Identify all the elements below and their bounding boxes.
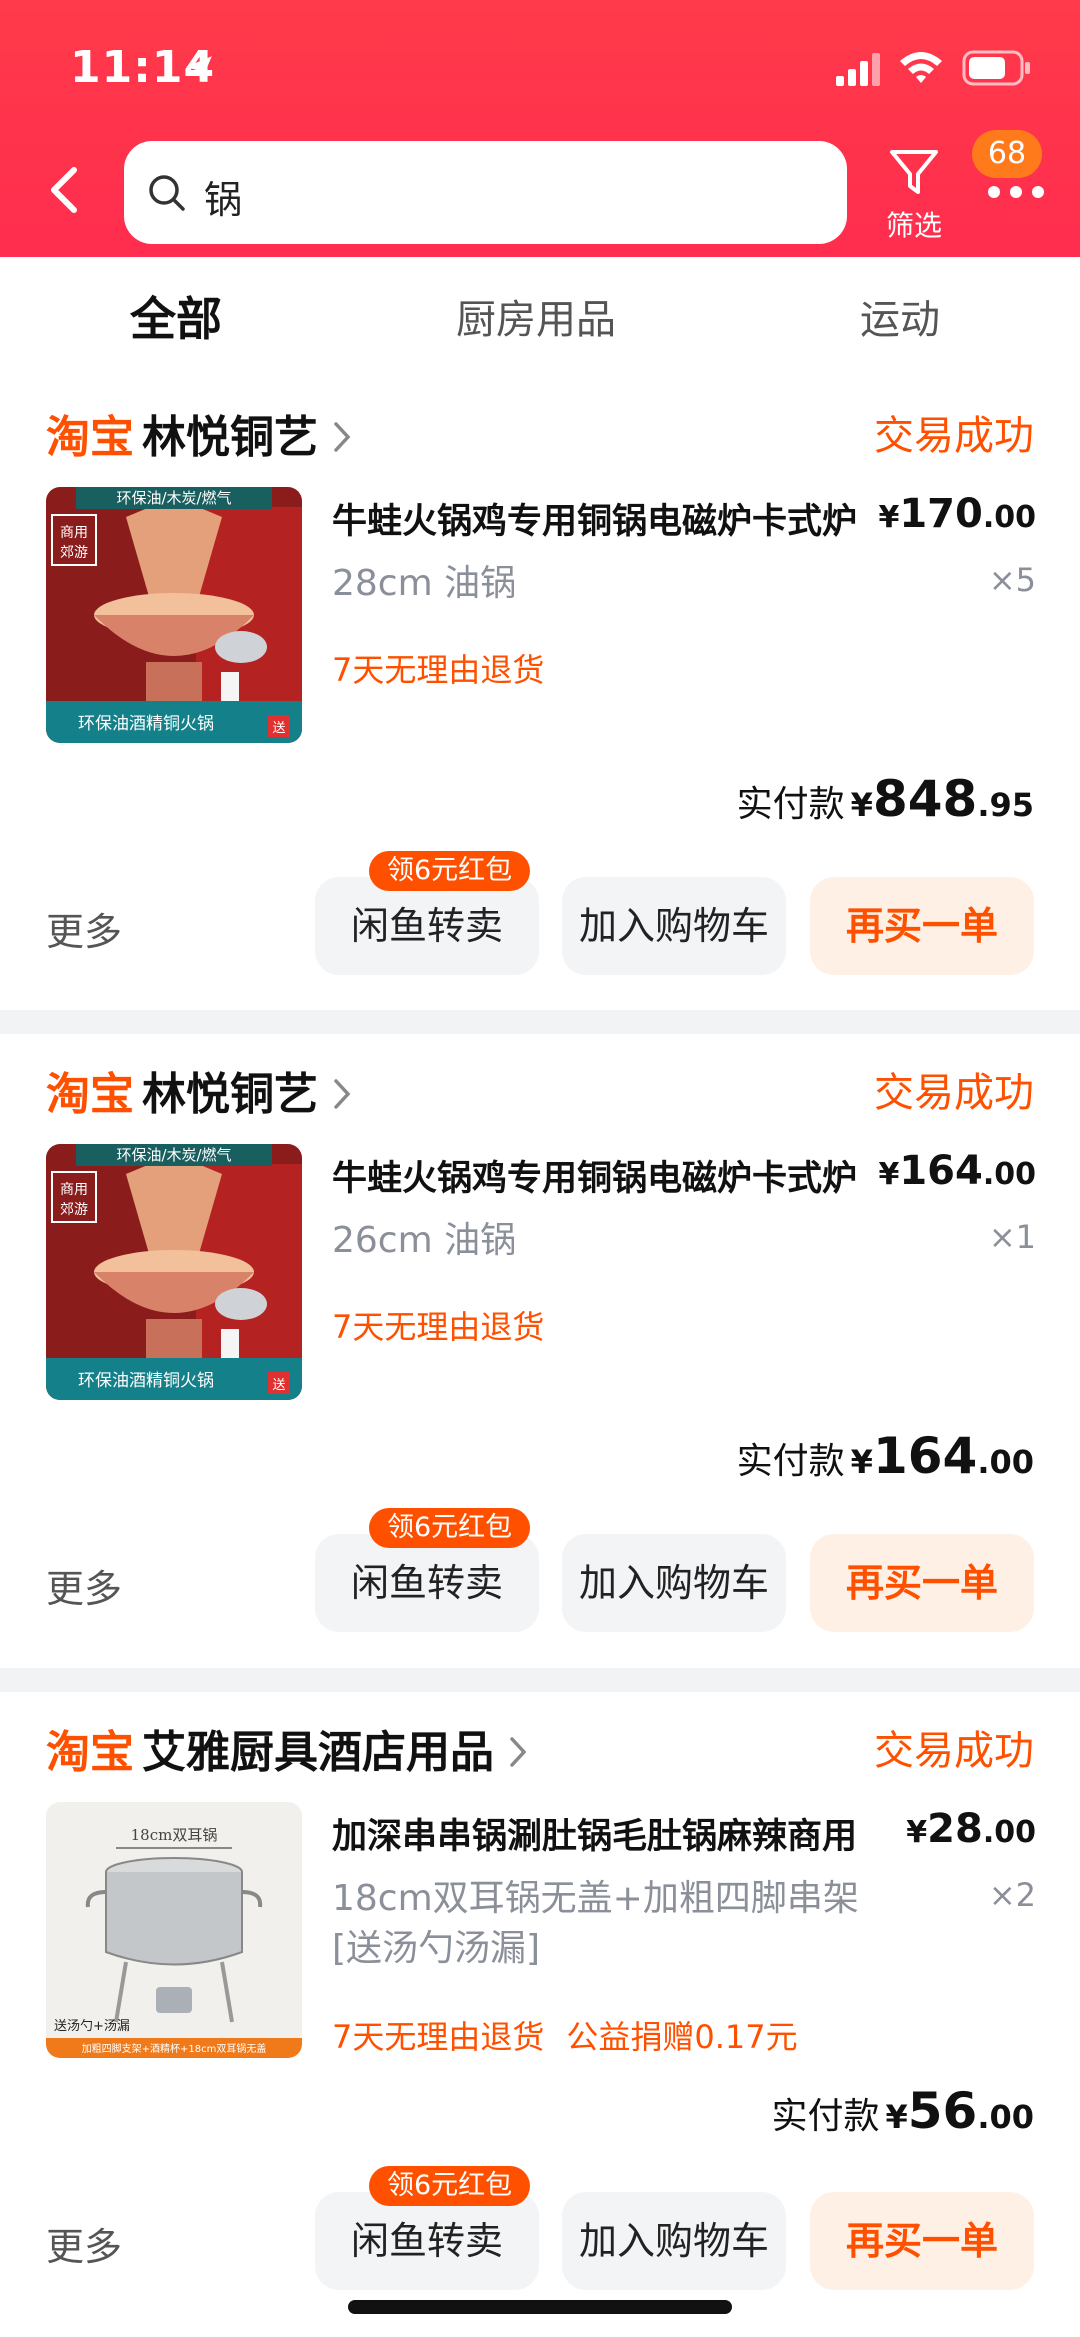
app-header: 11:14 锅 筛选 68 [0,0,1080,257]
svg-text:郊游: 郊游 [60,544,88,561]
shop-row[interactable]: 淘宝 林悦铜艺 [46,1058,352,1120]
product-sku-line1: 18cm双耳锅无盖+加粗四脚串架 [332,1878,859,1919]
svg-text:郊游: 郊游 [60,1201,88,1218]
shop-name: 林悦铜艺 [142,412,318,463]
order-status: 交易成功 [874,1728,1034,1774]
coupon-badge[interactable]: 领6元红包 [369,1508,531,1548]
svg-text:送: 送 [272,1378,285,1393]
more-dots-icon [988,186,1044,198]
taobao-logo: 淘宝 [46,412,134,463]
xianyu-resell-button[interactable]: 闲鱼转卖 [315,2192,539,2290]
thumb-bottom-banner: 加粗四脚支架+酒精杯+18cm双耳锅无盖 [82,2042,267,2055]
unit-price: ¥170.00 [878,491,1036,537]
more-menu-button[interactable]: 68 [972,130,1048,240]
thumb-top-banner: 环保油/木炭/燃气 [116,1146,231,1164]
funnel-icon [890,150,938,194]
add-to-cart-button[interactable]: 加入购物车 [562,877,786,975]
product-title[interactable]: 牛蛙火锅鸡专用铜锅电磁炉卡式炉 [332,493,862,544]
product-thumbnail[interactable]: 环保油/木炭/燃气 商用 郊游 环保油酒精铜火锅 送 [46,487,302,743]
return-policy-tag: 7天无理由退货 [332,2018,545,2056]
buy-again-button[interactable]: 再买一单 [810,1534,1034,1632]
filter-button[interactable]: 筛选 [874,146,954,246]
more-actions-link[interactable]: 更多 [46,1558,122,1613]
product-sku-line2: [送汤勺汤漏] [332,1928,541,1969]
more-actions-link[interactable]: 更多 [46,2216,122,2271]
coupon-badge[interactable]: 领6元红包 [369,851,531,891]
svg-text:送: 送 [272,721,285,736]
search-icon [149,175,185,211]
return-policy-tag: 7天无理由退货 [332,651,545,689]
quantity: ×5 [988,561,1036,599]
order-card: 淘宝 艾雅厨具酒店用品 交易成功 18cm双耳锅 送汤勺+汤漏 加粗四脚支架+酒精… [0,1692,1080,2337]
taobao-logo: 淘宝 [46,1069,134,1120]
xianyu-resell-button[interactable]: 闲鱼转卖 [315,877,539,975]
order-status: 交易成功 [874,413,1034,459]
unit-price: ¥28.00 [906,1806,1036,1852]
thumb-bottom-banner: 环保油酒精铜火锅 [78,714,214,734]
thumb-top-label: 18cm双耳锅 [131,1826,218,1844]
paid-amount: 实付款 ¥56.00 [771,2082,1034,2140]
chevron-right-icon [334,422,351,452]
shop-name: 林悦铜艺 [142,1069,318,1120]
svg-text:商用: 商用 [60,525,88,541]
category-tabs: 全部 厨房用品 运动 [0,257,1080,377]
taobao-logo: 淘宝 [46,1727,134,1778]
shop-row[interactable]: 淘宝 艾雅厨具酒店用品 [46,1716,528,1778]
notification-badge: 68 [972,130,1042,178]
quantity: ×2 [988,1876,1036,1914]
shop-row[interactable]: 淘宝 林悦铜艺 [46,401,352,463]
more-actions-link[interactable]: 更多 [46,901,122,956]
service-tags: 7天无理由退货 [332,645,544,691]
order-status: 交易成功 [874,1070,1034,1116]
wifi-icon [900,52,942,83]
buy-again-button[interactable]: 再买一单 [810,2192,1034,2290]
status-bar: 11:14 [0,0,1080,130]
order-card: 淘宝 林悦铜艺 交易成功 环保油/木炭/燃气 商用 郊游 环保油酒精铜火锅 送 牛… [0,1034,1080,1668]
home-indicator[interactable] [348,2300,732,2314]
tab-sports[interactable]: 运动 [860,287,940,345]
service-tags: 7天无理由退货 [332,1302,544,1348]
charity-tag: 公益捐赠0.17元 [566,2018,798,2056]
svg-text:商用: 商用 [60,1182,88,1198]
product-sku: 18cm双耳锅无盖+加粗四脚串架 [送汤勺汤漏] [332,1874,892,1974]
cellular-signal-icon [836,53,880,86]
product-title[interactable]: 加深串串锅涮肚锅毛肚锅麻辣商用 [332,1808,862,1859]
tab-kitchen[interactable]: 厨房用品 [456,287,616,345]
filter-label: 筛选 [885,209,942,242]
chevron-right-icon [334,1079,351,1109]
add-to-cart-button[interactable]: 加入购物车 [562,1534,786,1632]
xianyu-resell-button[interactable]: 闲鱼转卖 [315,1534,539,1632]
service-tags: 7天无理由退货 公益捐赠0.17元 [332,2012,798,2058]
shop-name: 艾雅厨具酒店用品 [142,1727,494,1778]
product-sku: 26cm 油锅 [332,1220,517,1261]
product-thumbnail[interactable]: 环保油/木炭/燃气 商用 郊游 环保油酒精铜火锅 送 [46,1144,302,1400]
unit-price: ¥164.00 [878,1148,1036,1194]
thumb-bottom-banner: 环保油酒精铜火锅 [78,1371,214,1391]
add-to-cart-button[interactable]: 加入购物车 [562,2192,786,2290]
search-input[interactable]: 锅 [124,141,847,244]
paid-amount: 实付款 ¥848.95 [736,770,1034,828]
quantity: ×1 [988,1218,1036,1256]
buy-again-button[interactable]: 再买一单 [810,877,1034,975]
return-policy-tag: 7天无理由退货 [332,1308,545,1346]
thumb-top-banner: 环保油/木炭/燃气 [116,489,231,507]
search-query-text: 锅 [204,178,243,222]
order-card: 淘宝 林悦铜艺 交易成功 环保油/木炭/燃气 商用 郊游 环保油酒精铜火锅 送 牛… [0,377,1080,1010]
battery-icon [962,50,1030,86]
back-arrow-icon[interactable] [40,160,90,220]
thumb-bottom-label: 送汤勺+汤漏 [54,2018,130,2034]
paid-amount: 实付款 ¥164.00 [736,1427,1034,1485]
location-arrow-icon [186,56,212,82]
tab-all[interactable]: 全部 [130,283,222,349]
product-title[interactable]: 牛蛙火锅鸡专用铜锅电磁炉卡式炉 [332,1150,862,1201]
coupon-badge[interactable]: 领6元红包 [369,2166,531,2206]
chevron-right-icon [510,1737,527,1767]
product-thumbnail[interactable]: 18cm双耳锅 送汤勺+汤漏 加粗四脚支架+酒精杯+18cm双耳锅无盖 [46,1802,302,2058]
product-sku: 28cm 油锅 [332,563,517,604]
